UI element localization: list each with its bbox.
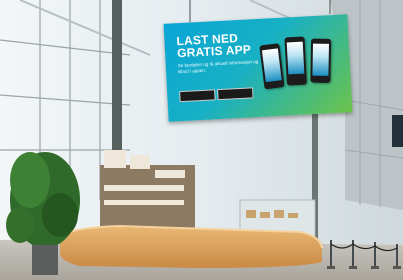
app-billboard: LAST NED GRATIS APP Se bordplan og få ak… — [163, 14, 353, 122]
hanging-sign — [392, 115, 403, 147]
google-play-badge — [217, 87, 254, 101]
billboard-headline: LAST NED GRATIS APP — [176, 31, 252, 61]
phone-mockup-1 — [259, 43, 285, 90]
billboard-subtext: Se bordplan og få aktuell informasjon og… — [177, 58, 259, 74]
phone-mockup-3 — [310, 38, 332, 83]
app-store-badge — [179, 89, 216, 103]
phone-mockup-2 — [284, 36, 307, 86]
terminal-interior-photo: LAST NED GRATIS APP Se bordplan og få ak… — [0, 0, 403, 280]
